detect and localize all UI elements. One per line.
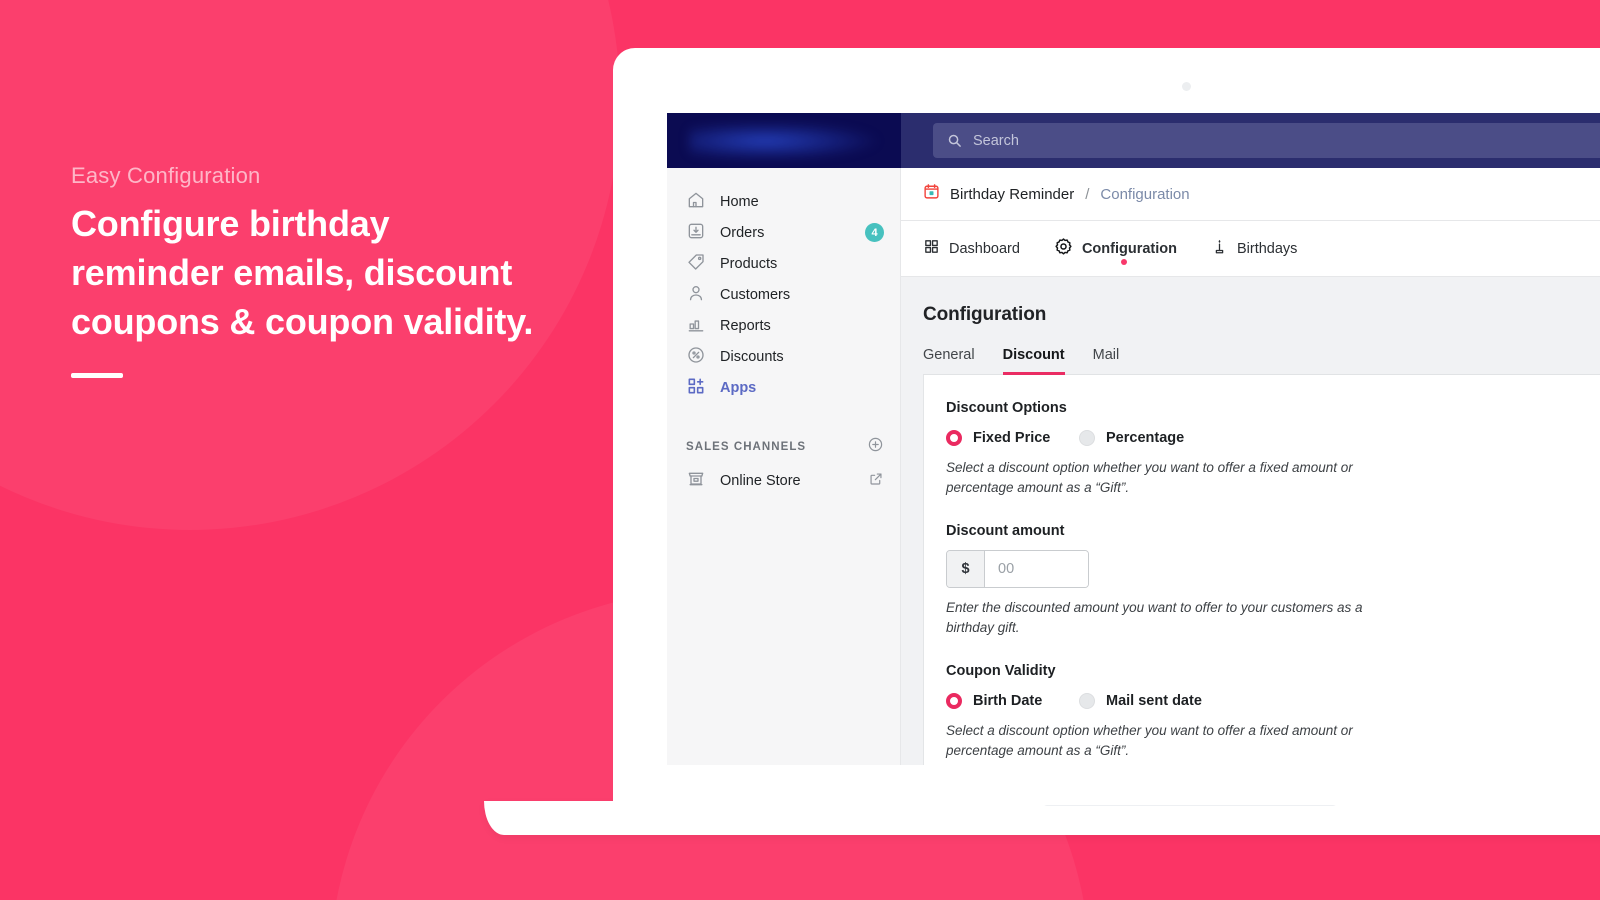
home-icon	[686, 190, 706, 214]
orders-icon	[686, 221, 706, 245]
radio-percentage[interactable]: Percentage	[1079, 430, 1184, 446]
radio-indicator-selected[interactable]	[946, 693, 962, 709]
promo-banner: Easy Configuration Configure birthday re…	[0, 0, 1600, 900]
discount-amount-field[interactable]: 00	[985, 551, 1088, 587]
percent-icon	[686, 345, 706, 369]
tab-birthdays[interactable]: Birthdays	[1211, 221, 1297, 276]
breadcrumb: Birthday Reminder / Configuration	[901, 168, 1600, 221]
discount-amount-label: Discount amount	[946, 523, 1065, 539]
sidebar-item-discounts[interactable]: Discounts	[667, 341, 900, 372]
tag-icon	[686, 252, 706, 276]
person-icon	[686, 283, 706, 307]
subtab-label: Discount	[1002, 347, 1065, 363]
subtab-general[interactable]: General	[923, 347, 975, 375]
main-content: Birthday Reminder / Configuration Dashbo…	[901, 168, 1600, 765]
top-bar-right: Search	[901, 113, 1600, 168]
sidebar-item-label: Products	[720, 255, 778, 272]
sidebar-item-label: Home	[720, 193, 759, 210]
tab-label: Configuration	[1081, 240, 1177, 257]
subtab-discount[interactable]: Discount	[1002, 347, 1065, 375]
discount-options-radios: Fixed Price Percentage	[946, 430, 1600, 446]
plus-circle-icon[interactable]	[867, 436, 884, 458]
tab-configuration[interactable]: Configuration	[1054, 221, 1177, 276]
radio-mail-sent-date[interactable]: Mail sent date	[1079, 693, 1202, 709]
sidebar-item-home[interactable]: Home	[667, 186, 900, 217]
radio-birth-date[interactable]: Birth Date	[946, 693, 1079, 709]
active-tab-dot	[1121, 259, 1128, 265]
app-screen: Search Home Orders 4 Products Customers …	[667, 113, 1600, 765]
tab-label: Dashboard	[949, 240, 1020, 257]
candle-icon	[1211, 237, 1228, 260]
sidebar: Home Orders 4 Products Customers Reports…	[667, 168, 901, 765]
headline-text: Configure birthday reminder emails, disc…	[71, 203, 534, 342]
app-tab-bar: Dashboard Configuration Birthdays	[901, 221, 1600, 277]
configuration-page: Configuration General Discount Mail Disc…	[901, 277, 1600, 765]
radio-label: Percentage	[1106, 430, 1185, 446]
sidebar-item-label: Online Store	[720, 472, 801, 489]
tab-label: Birthdays	[1236, 240, 1298, 257]
breadcrumb-app[interactable]: Birthday Reminder	[950, 186, 1074, 203]
external-link-icon[interactable]	[868, 471, 884, 491]
sidebar-item-customers[interactable]: Customers	[667, 279, 900, 310]
coupon-validity-radios: Birth Date Mail sent date	[946, 693, 1600, 709]
currency-prefix: $	[947, 551, 985, 587]
laptop-camera-dot	[1182, 82, 1191, 91]
breadcrumb-page[interactable]: Configuration	[1100, 186, 1189, 203]
gear-icon	[1054, 237, 1073, 260]
sub-tab-bar: General Discount Mail	[923, 347, 1600, 375]
sidebar-item-online-store[interactable]: Online Store	[667, 465, 900, 496]
radio-indicator-selected[interactable]	[946, 430, 962, 446]
search-input[interactable]: Search	[933, 123, 1600, 158]
status-badge: 4	[865, 223, 884, 242]
radio-label: Mail sent date	[1106, 693, 1202, 709]
sidebar-item-apps[interactable]: Apps	[667, 372, 900, 403]
eyebrow-text: Easy Configuration	[71, 163, 261, 188]
discount-settings-card: Discount Options Fixed Price Percentage	[923, 375, 1600, 765]
search-placeholder: Search	[973, 132, 1019, 149]
radio-label: Birth Date	[973, 693, 1043, 709]
sidebar-item-label: Orders	[720, 224, 765, 241]
sales-channels-header: SALES CHANNELS	[667, 435, 900, 459]
headline-rule	[71, 373, 123, 378]
coupon-validity-title: Coupon Validity	[946, 663, 1056, 679]
sidebar-item-products[interactable]: Products	[667, 248, 900, 279]
page-title: Configuration	[923, 304, 1047, 325]
calendar-icon	[923, 183, 940, 205]
discount-options-title: Discount Options	[946, 400, 1067, 416]
coupon-validity-group: Coupon Validity Birth Date Mail sent dat…	[946, 663, 1600, 761]
tab-dashboard[interactable]: Dashboard	[923, 221, 1020, 276]
grid-icon	[923, 238, 940, 259]
sidebar-item-label: Discounts	[720, 348, 784, 365]
sidebar-item-orders[interactable]: Orders 4	[667, 217, 900, 248]
sidebar-item-label: Customers	[720, 286, 791, 303]
bar-chart-icon	[686, 314, 706, 338]
subtab-label: Mail	[1092, 347, 1120, 363]
discount-options-group: Discount Options Fixed Price Percentage	[946, 400, 1600, 498]
sidebar-item-label: Reports	[720, 317, 771, 334]
sidebar-item-reports[interactable]: Reports	[667, 310, 900, 341]
radio-fixed-price[interactable]: Fixed Price	[946, 430, 1079, 446]
subtab-label: General	[923, 347, 975, 363]
marketing-copy: Easy Configuration Configure birthday re…	[71, 163, 541, 378]
app-logo-block[interactable]	[667, 113, 901, 168]
subtab-mail[interactable]: Mail	[1093, 347, 1120, 375]
breadcrumb-separator: /	[1085, 185, 1090, 203]
logo-glow	[689, 122, 879, 160]
search-icon	[947, 133, 962, 148]
radio-indicator-unselected[interactable]	[1079, 693, 1095, 709]
coupon-validity-help: Select a discount option whether you wan…	[946, 723, 1353, 758]
laptop-base	[484, 795, 1600, 835]
discount-amount-group: Discount amount $ 00 Enter the discounte…	[946, 523, 1600, 638]
discount-amount-input[interactable]: $ 00	[946, 550, 1089, 588]
radio-indicator-unselected[interactable]	[1079, 430, 1095, 446]
sales-channels-title: SALES CHANNELS	[686, 441, 807, 453]
apps-icon	[686, 376, 706, 400]
radio-label: Fixed Price	[973, 430, 1051, 446]
store-icon	[686, 469, 706, 493]
top-bar: Search	[667, 113, 1600, 168]
sidebar-item-label: Apps	[720, 379, 757, 396]
discount-options-help: Select a discount option whether you wan…	[946, 460, 1353, 495]
discount-amount-help: Enter the discounted amount you want to …	[946, 600, 1363, 635]
